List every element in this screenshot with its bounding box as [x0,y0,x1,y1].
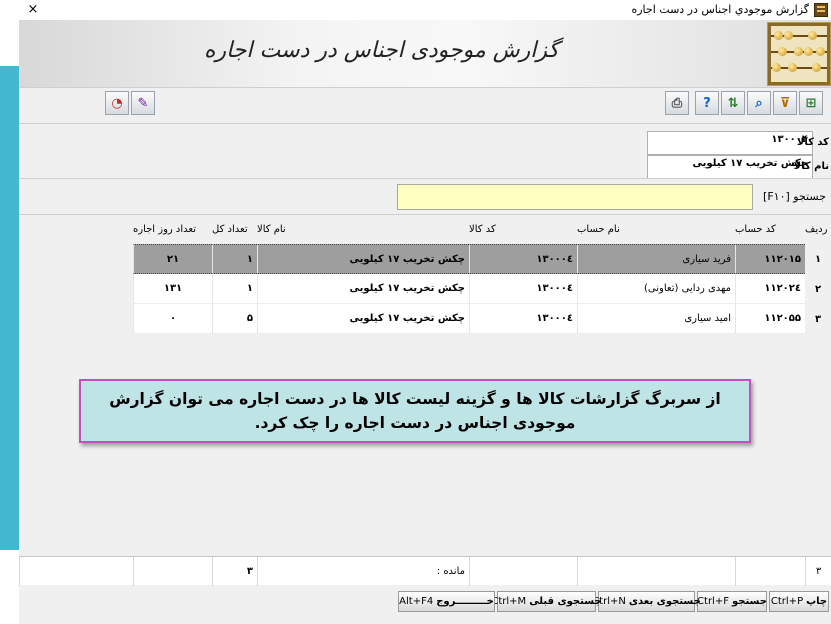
cell-row-no: ۳ [805,304,831,334]
search-button[interactable]: جستجو Ctrl+F [697,591,767,612]
cell-total-count: ۵ [212,304,257,334]
palette-icon[interactable]: ✎ [131,91,155,115]
cell-item-name: چکش تخریب ۱۷ کیلویی [257,244,469,274]
chart-icon[interactable]: ◔ [105,91,129,115]
table-row[interactable]: ۱ ۱۱۲۰۱۵ فرید سیاری ۱۳۰۰۰٤ چکش تخریب ۱۷ کیلو… [19,244,831,274]
report-banner: گزارش موجودی اجناس در دست اجاره [19,20,831,88]
item-code-label: کد کالا [796,137,829,148]
footer-account-code [735,557,805,586]
title-bar: گزارش موجودي اجناس در دست اجاره × [19,0,831,20]
report-heading: گزارش موجودی اجناس در دست اجاره [203,38,559,63]
abacus-app-icon [814,3,828,17]
col-header-account-code[interactable]: کد حساب [735,218,805,240]
search-bar: جستجو [F۱۰] [19,178,831,215]
col-header-rental-days[interactable]: تعداد روز اجاره [133,218,212,240]
search-label: جستجو [F۱۰] [763,190,826,203]
item-name-label: نام کالا [793,161,829,172]
exit-button-label: خـــــــــروج [436,596,494,607]
cell-item-code: ۱۳۰۰۰٤ [469,304,577,334]
col-header-item-code[interactable]: کد کالا [469,218,577,240]
cell-rental-days: ۱۳۱ [133,274,212,304]
cell-account-name: امید سیاری [577,304,735,334]
cell-rental-days: ۰ [133,304,212,334]
search-next-button[interactable]: جستجوی بعدی Ctrl+N [592,591,701,612]
footer-balance-label: مانده : [257,557,469,586]
item-name-value: چکش تخریب ۱۷ کیلویی [692,158,808,169]
close-icon[interactable]: × [19,0,47,20]
sort-icon[interactable]: ⇅ [721,91,745,115]
cell-item-code: ۱۳۰۰۰٤ [469,274,577,304]
footer-item-code [469,557,577,586]
print-shortcut: Ctrl+P [770,596,804,607]
search-input[interactable] [397,184,753,210]
cell-total-count: ۱ [212,274,257,304]
cell-item-name: چکش تخریب ۱۷ کیلویی [257,274,469,304]
help-icon[interactable]: ? [695,91,719,115]
filter-icon[interactable]: ⊽ [773,91,797,115]
search-button-label: جستجو [731,596,767,607]
footer-total-count: ۳ [212,557,257,586]
report-window: گزارش موجودي اجناس در دست اجاره × گزارش … [19,0,831,624]
search-prev-label: جستجوی قبلی [529,596,602,607]
search-icon[interactable]: ⌕ [747,91,771,115]
cell-item-name: چکش تخریب ۱۷ کیلویی [257,304,469,334]
cell-account-code: ۱۱۲۰۱۵ [735,244,805,274]
col-header-item-name[interactable]: نام کالا [257,218,469,240]
instruction-callout: از سربرگ گزارشات کالا ها و گزینه لیست کا… [79,379,751,443]
footer-rental-days [133,557,212,586]
totals-footer: ۳ مانده : ۳ [19,556,831,586]
cell-row-no: ۲ [805,274,831,304]
footer-extra [19,557,133,586]
cell-account-name: فرید سیاری [577,244,735,274]
footer-account-name [577,557,735,586]
search-next-label: جستجوی بعدی [628,596,701,607]
col-header-account-name[interactable]: نام حساب [577,218,735,240]
print-button-label: چاپ [806,596,828,607]
print-icon[interactable]: ⎙ [665,91,689,115]
cell-account-code: ۱۱۲۰۲٤ [735,274,805,304]
cell-row-no: ۱ [805,244,831,274]
table-row[interactable]: ۲ ۱۱۲۰۲٤ مهدی ردایی (تعاونی) ۱۳۰۰۰٤ چکش تخری… [19,274,831,304]
action-bar: چاپ Ctrl+P جستجو Ctrl+F جستجوی بعدی Ctrl+N … [19,588,831,616]
table-row[interactable]: ۳ ۱۱۲۰۵۵ امید سیاری ۱۳۰۰۰٤ چکش تخریب ۱۷ کیلو… [19,304,831,334]
window-title: گزارش موجودي اجناس در دست اجاره [631,3,809,16]
cell-rental-days: ۲۱ [133,244,212,274]
col-header-total-count[interactable]: تعداد کل [212,218,257,240]
cell-account-code: ۱۱۲۰۵۵ [735,304,805,334]
item-code-field[interactable]: ۱۳۰۰۰۴ [647,131,813,155]
side-accent-strip [0,66,19,550]
search-prev-shortcut: Ctrl+M [491,596,527,607]
abacus-logo [767,22,831,86]
exit-shortcut: Alt+F4 [399,596,434,607]
item-name-field[interactable]: چکش تخریب ۱۷ کیلویی [647,155,813,179]
exit-button[interactable]: خـــــــــروج Alt+F4 [398,591,495,612]
col-header-row-no[interactable]: ردیف [805,218,831,240]
footer-row-count: ۳ [805,557,831,586]
excel-icon[interactable]: ⊞ [799,91,823,115]
toolbar: ⊞ ⊽ ⌕ ⇅? ⎙ ◔ ✎ [19,88,831,124]
cell-total-count: ۱ [212,244,257,274]
search-prev-button[interactable]: جستجوی قبلی Ctrl+M [491,591,602,612]
search-shortcut: Ctrl+F [697,596,729,607]
print-button[interactable]: چاپ Ctrl+P [769,591,829,612]
grid-header-row: ردیف کد حساب نام حساب کد کالا نام کالا ت… [19,218,831,240]
cell-account-name: مهدی ردایی (تعاونی) [577,274,735,304]
cell-item-code: ۱۳۰۰۰٤ [469,244,577,274]
